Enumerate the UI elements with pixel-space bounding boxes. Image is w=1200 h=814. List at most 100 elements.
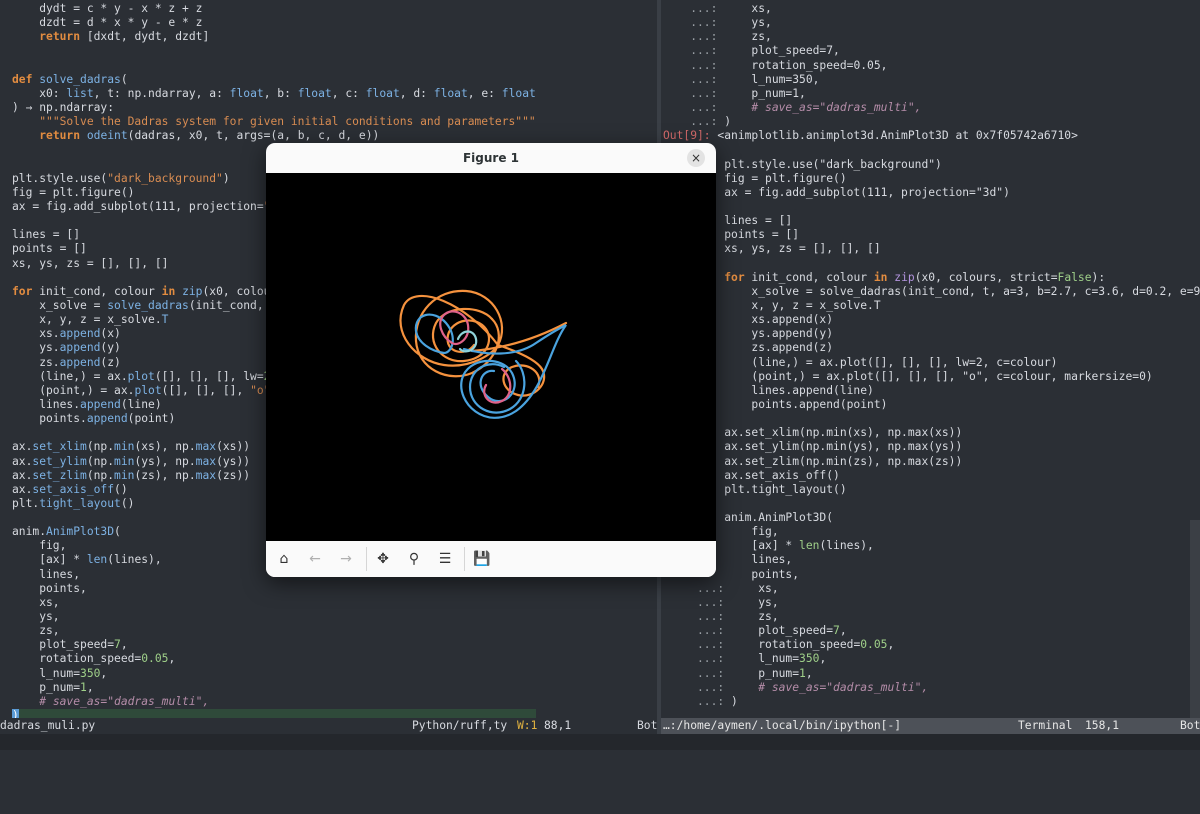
- terminal-line[interactable]: ys.append(y): [663, 327, 1200, 341]
- command-line[interactable]: [0, 734, 1200, 750]
- terminal-line[interactable]: ...: ys,: [663, 596, 1200, 610]
- terminal-line[interactable]: ...: zs,: [663, 610, 1200, 624]
- terminal-line[interactable]: ...: plot_speed=7,: [663, 624, 1200, 638]
- back-arrow-icon[interactable]: ←: [304, 549, 326, 569]
- terminal-line[interactable]: ...: ys,: [663, 16, 1200, 30]
- terminal-line[interactable]: [663, 497, 1200, 511]
- code-token: (np.: [86, 454, 115, 468]
- terminal-line[interactable]: for init_cond, colour in zip(x0, colours…: [663, 271, 1200, 285]
- editor-line[interactable]: dzdt = d * x * y - e * z: [12, 16, 536, 30]
- editor-line[interactable]: l_num=350,: [12, 667, 536, 681]
- editor-line[interactable]: def solve_dadras(: [12, 73, 536, 87]
- terminal-line[interactable]: [663, 200, 1200, 214]
- terminal-line[interactable]: [663, 257, 1200, 271]
- editor-line[interactable]: [12, 59, 536, 73]
- figure-titlebar[interactable]: Figure 1 ×: [266, 143, 716, 173]
- terminal-line[interactable]: ...: l_num=350,: [663, 73, 1200, 87]
- code-token: (xs)): [216, 440, 251, 454]
- terminal-scrollbar[interactable]: [1190, 520, 1200, 718]
- terminal-line[interactable]: anim.AnimPlot3D(: [663, 511, 1200, 525]
- code-token: 1: [80, 680, 87, 694]
- terminal-line[interactable]: ...: p_num=1,: [663, 87, 1200, 101]
- forward-arrow-icon[interactable]: →: [335, 549, 357, 569]
- terminal-line[interactable]: lines.append(line): [663, 384, 1200, 398]
- terminal-line[interactable]: [ax] * len(lines),: [663, 539, 1200, 553]
- code-token: 1: [799, 666, 806, 680]
- terminal-line[interactable]: ax.set_ylim(np.min(ys), np.max(ys)): [663, 440, 1200, 454]
- terminal-line[interactable]: ...: # save_as="dadras_multi",: [663, 681, 1200, 695]
- terminal-line[interactable]: (point,) = ax.plot([], [], [], "o", c=co…: [663, 370, 1200, 384]
- plot-canvas[interactable]: [266, 173, 716, 541]
- close-icon[interactable]: ×: [687, 149, 705, 167]
- terminal-line[interactable]: [663, 412, 1200, 426]
- terminal-line[interactable]: ax.set_zlim(np.min(zs), np.max(zs)): [663, 455, 1200, 469]
- editor-line[interactable]: zs,: [12, 624, 536, 638]
- editor-statusline: dadras_muli.py Python/ruff,ty W:1 88,1 B…: [0, 718, 657, 734]
- terminal-line[interactable]: ...: xs,: [663, 582, 1200, 596]
- editor-line[interactable]: xs,: [12, 596, 536, 610]
- editor-line[interactable]: plot_speed=7,: [12, 638, 536, 652]
- terminal-line[interactable]: ...: zs,: [663, 30, 1200, 44]
- editor-line[interactable]: x0: list, t: np.ndarray, a: float, b: fl…: [12, 87, 536, 101]
- code-token: (line,) = ax.plot([], [], [], lw=2, c=co…: [663, 355, 1058, 369]
- terminal-line[interactable]: plt.tight_layout(): [663, 483, 1200, 497]
- attractor-plot[interactable]: [266, 173, 716, 541]
- code-token: fig = plt.figure(): [12, 185, 135, 199]
- terminal-line[interactable]: ...: p_num=1,: [663, 667, 1200, 681]
- terminal-line[interactable]: fig = plt.figure(): [663, 172, 1200, 186]
- terminal-line[interactable]: ax.set_xlim(np.min(xs), np.max(xs)): [663, 426, 1200, 440]
- editor-line[interactable]: rotation_speed=0.05,: [12, 652, 536, 666]
- editor-line[interactable]: ): [12, 709, 536, 718]
- save-icon[interactable]: 💾: [471, 549, 493, 569]
- code-token: ...:: [663, 638, 752, 652]
- terminal-line[interactable]: plt.style.use("dark_background"): [663, 158, 1200, 172]
- terminal-line[interactable]: points = []: [663, 228, 1200, 242]
- terminal-line[interactable]: ax.set_axis_off(): [663, 469, 1200, 483]
- code-token: ...:: [663, 610, 752, 624]
- terminal-line[interactable]: ax = fig.add_subplot(111, projection="3d…: [663, 186, 1200, 200]
- editor-line[interactable]: p_num=1,: [12, 681, 536, 695]
- terminal-line[interactable]: Out[9]: <animplotlib.animplot3d.AnimPlot…: [663, 129, 1200, 143]
- terminal-line[interactable]: points,: [663, 568, 1200, 582]
- terminal-line[interactable]: ...: plot_speed=7,: [663, 44, 1200, 58]
- terminal-line[interactable]: ...: # save_as="dadras_multi",: [663, 101, 1200, 115]
- terminal-line[interactable]: fig,: [663, 525, 1200, 539]
- terminal-line[interactable]: zs.append(z): [663, 341, 1200, 355]
- terminal-line[interactable]: lines,: [663, 553, 1200, 567]
- terminal-line[interactable]: ...: ): [663, 115, 1200, 129]
- zoom-icon[interactable]: ⚲: [403, 549, 425, 569]
- terminal-line[interactable]: ...: l_num=350,: [663, 652, 1200, 666]
- editor-line[interactable]: points,: [12, 582, 536, 596]
- editor-line[interactable]: ys,: [12, 610, 536, 624]
- terminal-line[interactable]: ...: rotation_speed=0.05,: [663, 59, 1200, 73]
- terminal-line[interactable]: x_solve = solve_dadras(init_cond, t, a=3…: [663, 285, 1200, 299]
- code-token: x, y, z = x_solve.: [12, 313, 162, 327]
- editor-line[interactable]: return odeint(dadras, x0, t, args=(a, b,…: [12, 129, 536, 143]
- terminal-line[interactable]: points.append(point): [663, 398, 1200, 412]
- terminal-line[interactable]: ...: xs,: [663, 2, 1200, 16]
- editor-line[interactable]: ) → np.ndarray:: [12, 101, 536, 115]
- matplotlib-figure-window[interactable]: Figure 1 × ⌂ ← → ✥ ⚲ ☰ 💾: [266, 143, 716, 577]
- code-token: l_num=: [751, 652, 800, 666]
- terminal-line[interactable]: x, y, z = x_solve.T: [663, 299, 1200, 313]
- terminal-line[interactable]: xs, ys, zs = [], [], []: [663, 242, 1200, 256]
- code-token: ...:: [663, 16, 752, 30]
- terminal-line[interactable]: xs.append(x): [663, 313, 1200, 327]
- terminal-pane[interactable]: ...: xs, ...: ys, ...: zs, ...: plot_spe…: [661, 0, 1200, 718]
- editor-line[interactable]: [12, 44, 536, 58]
- terminal-line[interactable]: (line,) = ax.plot([], [], [], lw=2, c=co…: [663, 356, 1200, 370]
- editor-line[interactable]: # save_as="dadras_multi",: [12, 695, 536, 709]
- editor-line[interactable]: return [dxdt, dydt, dzdt]: [12, 30, 536, 44]
- terminal-line[interactable]: lines = []: [663, 214, 1200, 228]
- home-icon[interactable]: ⌂: [273, 549, 295, 569]
- terminal-output[interactable]: ...: xs, ...: ys, ...: zs, ...: plot_spe…: [663, 2, 1200, 709]
- terminal-line[interactable]: [663, 143, 1200, 157]
- editor-line[interactable]: """Solve the Dadras system for given ini…: [12, 115, 536, 129]
- pan-icon[interactable]: ✥: [372, 549, 394, 569]
- configure-subplots-icon[interactable]: ☰: [434, 549, 456, 569]
- terminal-line[interactable]: ...: rotation_speed=0.05,: [663, 638, 1200, 652]
- terminal-line[interactable]: ...: ): [663, 695, 1200, 709]
- editor-line[interactable]: dydt = c * y - x * z + z: [12, 2, 536, 16]
